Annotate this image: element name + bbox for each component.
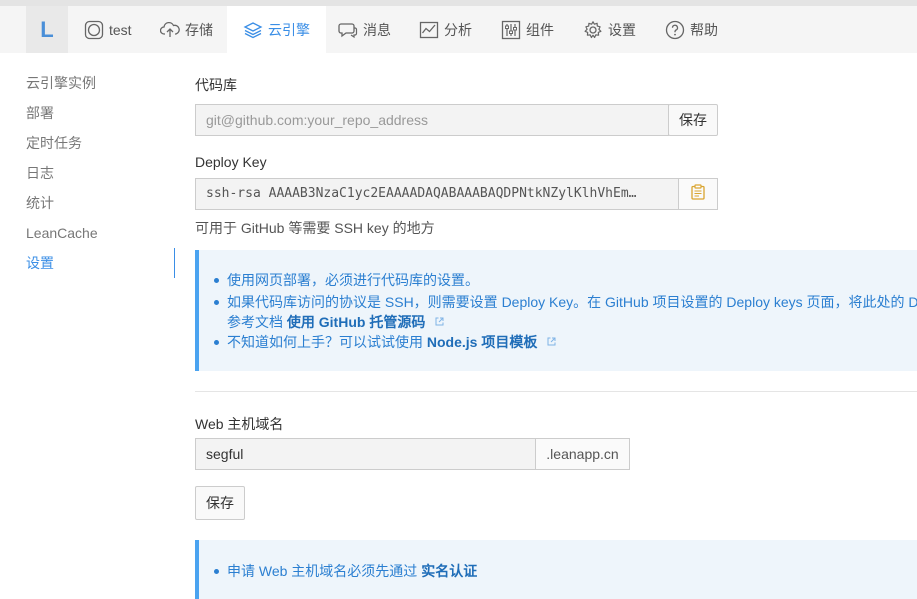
section-divider: [195, 391, 917, 392]
deploy-key-field[interactable]: ssh-rsa AAAAB3NzaC1yc2EAAAADAQABAAABAQDP…: [195, 178, 679, 210]
nav-item-label: test: [109, 21, 132, 38]
list-item: 如果代码库访问的协议是 SSH，则需要设置 Deploy Key。在 GitHu…: [214, 294, 917, 310]
list-item: 申请 Web 主机域名必须先通过 实名认证: [213, 561, 477, 581]
chat-icon: [338, 20, 358, 40]
nav-item-test[interactable]: test: [84, 6, 132, 53]
list-item: 使用网页部署，必须进行代码库的设置。: [214, 272, 479, 288]
real-name-auth-link[interactable]: 实名认证: [421, 563, 477, 579]
nodejs-template-link[interactable]: Node.js 项目模板: [427, 334, 537, 350]
sidebar-item-stats[interactable]: 统计: [26, 193, 54, 213]
deploy-key-label: Deploy Key: [195, 154, 267, 170]
list-item: 不知道如何上手？可以试试使用 Node.js 项目模板: [213, 332, 556, 352]
circle-icon: [84, 20, 104, 40]
sidebar-active-indicator: [174, 248, 175, 278]
sidebar-item-logs[interactable]: 日志: [26, 163, 54, 183]
web-domain-save-button[interactable]: 保存: [195, 486, 245, 520]
chart-icon: [419, 20, 439, 40]
sidebar-item-deploy[interactable]: 部署: [26, 103, 54, 123]
nav-item-components[interactable]: 组件: [501, 6, 554, 53]
nav-item-messages[interactable]: 消息: [338, 6, 391, 53]
sidebar-item-leancache[interactable]: LeanCache: [26, 223, 98, 243]
app-logo[interactable]: L: [26, 6, 68, 53]
list-item-text: 申请 Web 主机域名必须先通过: [227, 563, 418, 579]
sliders-icon: [501, 20, 521, 40]
nav-item-help[interactable]: 帮助: [665, 6, 718, 53]
nav-item-label: 帮助: [690, 21, 718, 38]
layers-icon: [243, 20, 263, 40]
nav-item-label: 分析: [444, 21, 472, 38]
repo-input[interactable]: git@github.com:your_repo_address: [195, 104, 669, 136]
info-panel-code: 使用网页部署，必须进行代码库的设置。 如果代码库访问的协议是 SSH，则需要设置…: [195, 250, 917, 371]
cloud-upload-icon: [160, 20, 180, 40]
info-panel-domain: 申请 Web 主机域名必须先通过 实名认证: [195, 540, 917, 599]
list-item-text: 参考文档: [227, 314, 283, 330]
sidebar-item-settings[interactable]: 设置: [26, 253, 54, 273]
nav-item-label: 设置: [608, 21, 636, 38]
list-item-continuation: 参考文档 使用 GitHub 托管源码: [227, 312, 444, 332]
nav-item-label: 云引擎: [268, 21, 310, 38]
nav-item-label: 组件: [526, 21, 554, 38]
repo-save-button[interactable]: 保存: [668, 104, 718, 136]
list-item-text: 不知道如何上手？可以试试使用: [227, 334, 423, 350]
nav-item-analytics[interactable]: 分析: [419, 6, 472, 53]
nav-item-label: 消息: [363, 21, 391, 38]
sidebar-item-cron[interactable]: 定时任务: [26, 133, 82, 153]
clipboard-icon: [691, 180, 705, 210]
domain-suffix: .leanapp.cn: [535, 438, 630, 470]
nav-item-storage[interactable]: 存储: [160, 6, 213, 53]
web-domain-input[interactable]: segful: [195, 438, 536, 470]
web-domain-label: Web 主机域名: [195, 416, 284, 432]
copy-key-button[interactable]: [678, 178, 718, 210]
repo-label: 代码库: [195, 77, 237, 93]
nav-item-label: 存储: [185, 21, 213, 38]
deploy-key-help: 可用于 GitHub 等需要 SSH key 的地方: [195, 220, 435, 236]
question-icon: [665, 20, 685, 40]
external-link-icon: [547, 333, 556, 346]
nav-item-engine[interactable]: 云引擎: [227, 6, 326, 53]
nav-item-settings[interactable]: 设置: [583, 6, 636, 53]
top-nav: L test 存储 云引擎 消息 分析 组件 设置 帮助: [0, 6, 917, 53]
github-docs-link[interactable]: 使用 GitHub 托管源码: [287, 314, 425, 330]
sidebar-item-instances[interactable]: 云引擎实例: [26, 73, 96, 93]
gear-icon: [583, 20, 603, 40]
external-link-icon: [435, 313, 444, 326]
